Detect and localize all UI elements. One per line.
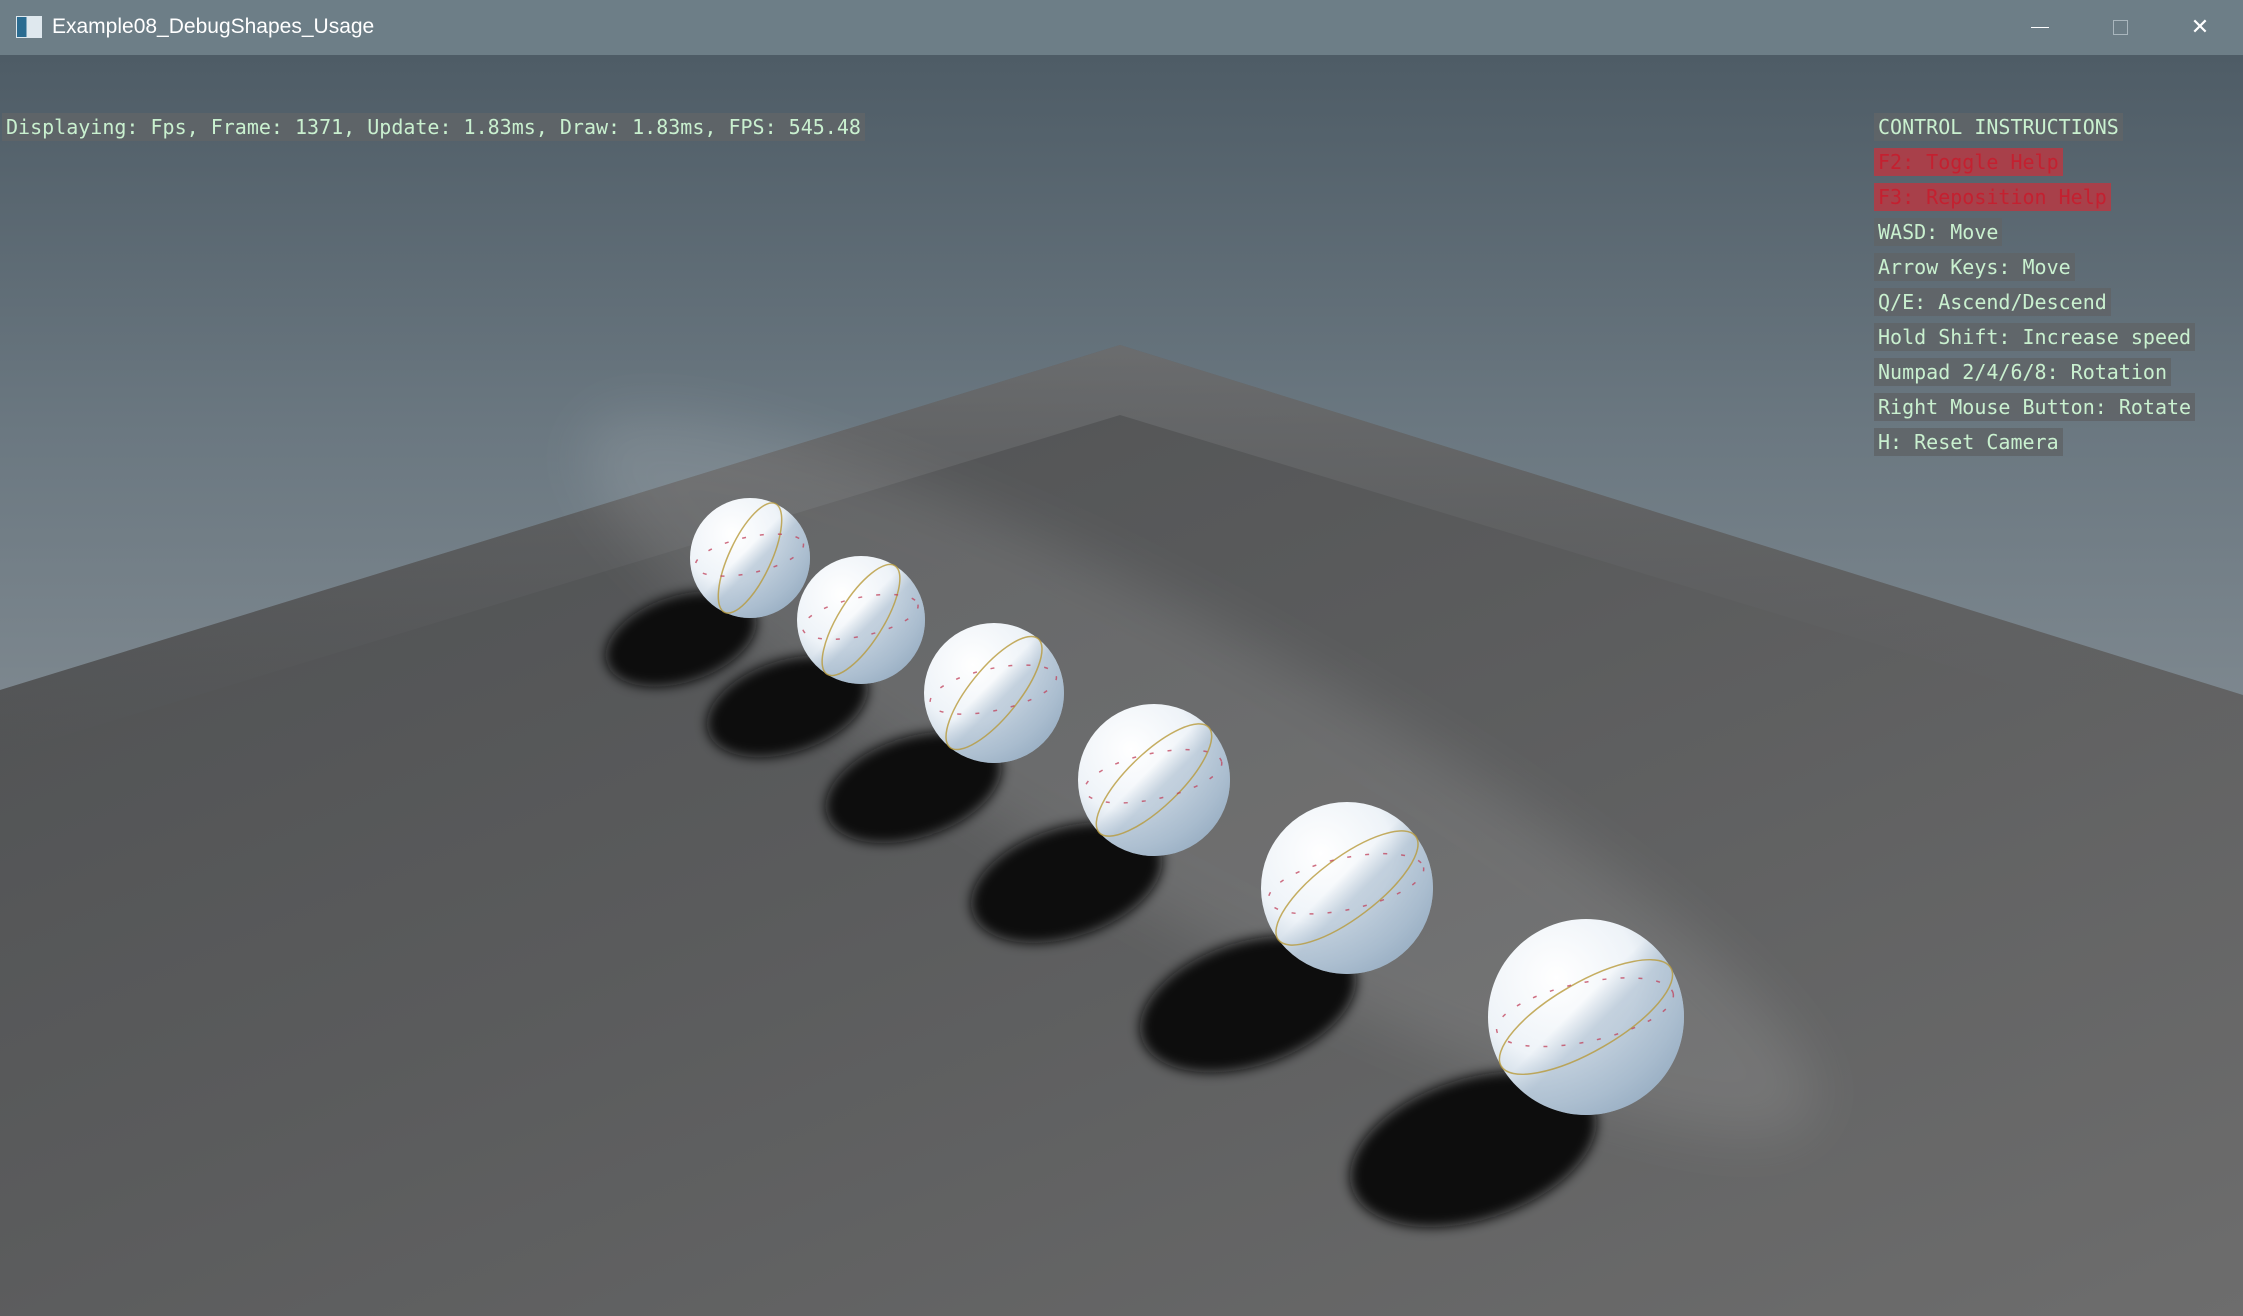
help-reset-line: H: Reset Camera — [1874, 428, 2063, 456]
maximize-icon — [2112, 20, 2128, 35]
minimize-icon — [2031, 26, 2049, 29]
title-bar[interactable]: Example08_DebugShapes_Usage ✕ — [0, 0, 2243, 55]
sphere-shade — [1488, 919, 1684, 1115]
close-button[interactable]: ✕ — [2160, 0, 2240, 55]
minimize-button[interactable] — [2000, 0, 2080, 55]
sphere-shade — [924, 623, 1064, 763]
help-mouse-line: Right Mouse Button: Rotate — [1874, 393, 2196, 421]
window-title: Example08_DebugShapes_Usage — [52, 15, 375, 38]
sphere-shade — [1261, 802, 1433, 974]
window-app-icon — [16, 16, 42, 38]
sphere — [924, 623, 1064, 763]
help-reposition-line: F3: Reposition Help — [1874, 183, 2111, 211]
app-window: Example08_DebugShapes_Usage ✕ Displaying… — [0, 0, 2243, 1316]
fps-readout: Displaying: Fps, Frame: 1371, Update: 1.… — [2, 113, 865, 141]
maximize-button[interactable] — [2080, 0, 2160, 55]
sphere — [1078, 704, 1230, 856]
3d-viewport[interactable]: Displaying: Fps, Frame: 1371, Update: 1.… — [0, 55, 2243, 1316]
help-wasd-line: WASD: Move — [1874, 218, 2003, 246]
sphere — [1261, 802, 1433, 974]
help-ascend-line: Q/E: Ascend/Descend — [1874, 288, 2111, 316]
help-title: CONTROL INSTRUCTIONS — [1874, 113, 2123, 141]
help-arrows-line: Arrow Keys: Move — [1874, 253, 2075, 281]
help-shift-line: Hold Shift: Increase speed — [1874, 323, 2196, 351]
close-icon: ✕ — [2190, 14, 2210, 40]
help-numpad-line: Numpad 2/4/6/8: Rotation — [1874, 358, 2171, 386]
help-toggle-line: F2: Toggle Help — [1874, 148, 2063, 176]
